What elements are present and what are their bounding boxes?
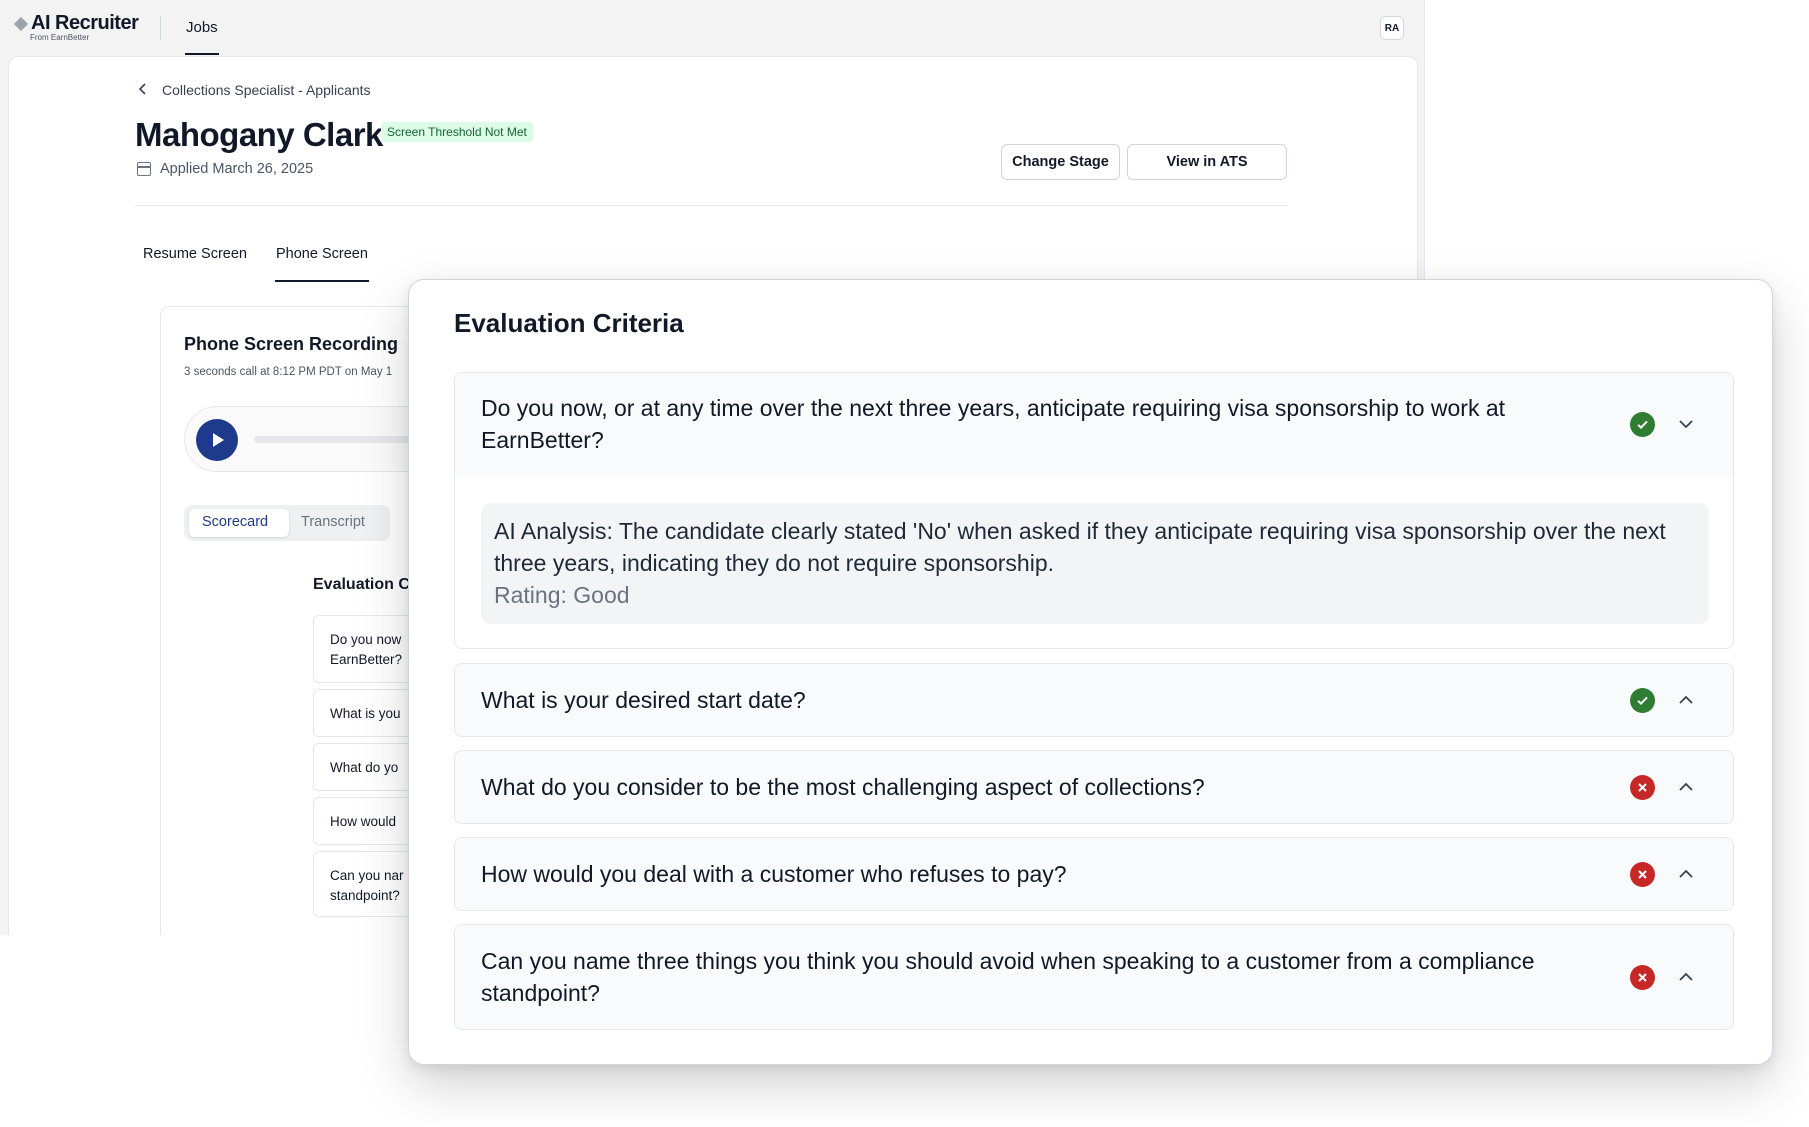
play-icon bbox=[213, 433, 224, 447]
rating-text: Rating: Good bbox=[494, 582, 630, 608]
chevron-up-icon[interactable] bbox=[1675, 776, 1697, 798]
top-navbar: AI Recruiter From EarnBetter Jobs RA bbox=[0, 0, 1424, 56]
chevron-up-icon[interactable] bbox=[1675, 863, 1697, 885]
criteria-question: How would you deal with a customer who r… bbox=[481, 861, 1067, 887]
criteria-item-compliance[interactable]: Can you name three things you think you … bbox=[454, 924, 1734, 1030]
ai-analysis-box: AI Analysis: The candidate clearly state… bbox=[481, 503, 1709, 624]
x-circle-icon bbox=[1630, 775, 1655, 800]
toggle-scorecard[interactable]: Scorecard bbox=[202, 514, 268, 530]
criteria-question: What is your desired start date? bbox=[481, 687, 806, 713]
bg-evaluation-title: Evaluation C bbox=[313, 576, 410, 593]
recording-subtitle: 3 seconds call at 8:12 PM PDT on May 1 bbox=[184, 366, 393, 378]
ai-analysis-label: AI Analysis: bbox=[494, 518, 613, 544]
logo-diamond-icon bbox=[13, 16, 29, 31]
chevron-left-icon[interactable] bbox=[138, 82, 148, 98]
nav-divider bbox=[160, 16, 161, 40]
ai-analysis-text: The candidate clearly stated 'No' when a… bbox=[494, 518, 1666, 576]
candidate-name: Mahogany Clark bbox=[135, 116, 383, 153]
criteria-question: What do you consider to be the most chal… bbox=[481, 774, 1205, 800]
chevron-up-icon[interactable] bbox=[1675, 689, 1697, 711]
chevron-down-icon[interactable] bbox=[1675, 413, 1697, 435]
calendar-icon bbox=[137, 162, 151, 176]
criteria-item-start-date[interactable]: What is your desired start date? bbox=[454, 663, 1734, 737]
criteria-item-refuses-to-pay[interactable]: How would you deal with a customer who r… bbox=[454, 837, 1734, 911]
breadcrumb-label[interactable]: Collections Specialist - Applicants bbox=[162, 82, 371, 98]
toggle-transcript[interactable]: Transcript bbox=[301, 514, 365, 530]
x-circle-icon bbox=[1630, 862, 1655, 887]
app-logo[interactable]: AI Recruiter From EarnBetter bbox=[13, 12, 139, 42]
check-circle-icon bbox=[1630, 688, 1655, 713]
panel-title: Evaluation Criteria bbox=[454, 308, 684, 338]
nav-active-indicator bbox=[185, 53, 219, 55]
criteria-item-visa[interactable]: Do you now, or at any time over the next… bbox=[454, 372, 1734, 649]
view-in-ats-button[interactable]: View in ATS bbox=[1127, 144, 1287, 180]
tab-active-indicator bbox=[275, 280, 369, 282]
criteria-question: Can you name three things you think you … bbox=[481, 948, 1535, 1006]
criteria-item-challenging-aspect[interactable]: What do you consider to be the most chal… bbox=[454, 750, 1734, 824]
logo-title: AI Recruiter bbox=[31, 12, 139, 34]
audio-progress-bar[interactable] bbox=[254, 436, 424, 443]
recording-title: Phone Screen Recording bbox=[184, 334, 399, 354]
applied-date-text: Applied March 26, 2025 bbox=[160, 161, 314, 177]
nav-jobs-link[interactable]: Jobs bbox=[186, 19, 218, 36]
change-stage-button[interactable]: Change Stage bbox=[1001, 144, 1120, 180]
applied-date: Applied March 26, 2025 bbox=[137, 161, 313, 177]
check-circle-icon bbox=[1630, 412, 1655, 437]
x-circle-icon bbox=[1630, 965, 1655, 990]
tab-phone-screen[interactable]: Phone Screen bbox=[276, 246, 368, 262]
header-divider bbox=[135, 205, 1288, 206]
evaluation-criteria-panel: Evaluation Criteria Do you now, or at an… bbox=[408, 279, 1773, 1065]
play-button[interactable] bbox=[196, 419, 238, 461]
breadcrumb[interactable]: Collections Specialist - Applicants bbox=[138, 82, 371, 98]
status-badge: Screen Threshold Not Met bbox=[381, 122, 533, 142]
user-avatar[interactable]: RA bbox=[1380, 16, 1404, 40]
criteria-question: Do you now, or at any time over the next… bbox=[481, 395, 1506, 453]
tab-resume-screen[interactable]: Resume Screen bbox=[143, 246, 247, 262]
chevron-up-icon[interactable] bbox=[1675, 966, 1697, 988]
